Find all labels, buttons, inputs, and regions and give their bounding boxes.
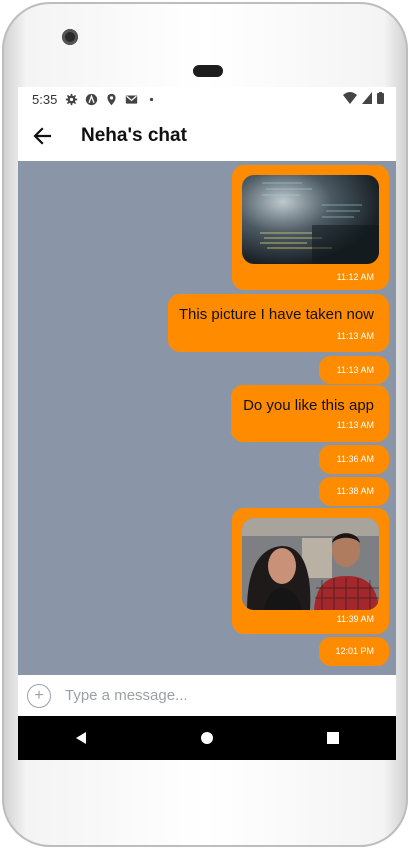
message-input-bar: + xyxy=(18,675,396,716)
back-button[interactable] xyxy=(18,112,66,160)
code-screen-photo[interactable] xyxy=(242,175,379,264)
gmail-icon xyxy=(126,94,138,104)
message-time: 11:12 AM xyxy=(336,272,374,282)
couple-selfie-photo[interactable] xyxy=(242,518,379,610)
front-camera xyxy=(62,29,78,45)
screen: 5:35 Neha's chat 11:12 AM This picture I… xyxy=(18,87,396,760)
message-bubble-empty[interactable]: 11:38 AM xyxy=(319,477,389,506)
battery-icon xyxy=(377,92,384,104)
system-navigation-bar xyxy=(18,716,396,760)
location-icon xyxy=(107,93,116,105)
message-bubble-empty[interactable]: 12:01 PM xyxy=(319,637,389,666)
gear-icon xyxy=(66,93,78,105)
signal-icon xyxy=(362,92,372,104)
status-bar: 5:35 xyxy=(18,87,396,111)
arrow-back-icon xyxy=(33,127,52,145)
message-list[interactable]: 11:12 AM This picture I have taken now 1… xyxy=(18,161,396,675)
message-bubble-empty[interactable]: 11:36 AM xyxy=(319,445,389,474)
message-text: This picture I have taken now xyxy=(178,306,374,323)
message-bubble-image[interactable]: 11:12 AM xyxy=(232,165,389,290)
message-time: 11:39 AM xyxy=(336,614,374,624)
plus-icon: + xyxy=(34,686,44,704)
message-time: 12:01 PM xyxy=(335,646,374,656)
message-bubble-image[interactable]: 11:39 AM xyxy=(232,508,389,634)
message-bubble-text[interactable]: Do you like this app 11:13 AM xyxy=(231,385,389,442)
message-time: 11:13 AM xyxy=(336,365,374,375)
app-bar: Neha's chat xyxy=(18,111,396,161)
dot-icon xyxy=(150,97,154,101)
nav-recents-button[interactable] xyxy=(303,716,363,760)
message-time: 11:13 AM xyxy=(336,420,374,430)
status-time: 5:35 xyxy=(32,91,58,107)
square-recents-icon xyxy=(327,732,339,744)
add-attachment-button[interactable]: + xyxy=(27,683,51,708)
app-icon xyxy=(86,93,98,105)
message-input[interactable] xyxy=(63,686,367,705)
phone-frame: 5:35 Neha's chat 11:12 AM This picture I… xyxy=(2,2,408,847)
triangle-back-icon xyxy=(76,732,86,744)
nav-back-button[interactable] xyxy=(51,716,111,760)
message-time: 11:13 AM xyxy=(336,331,374,341)
message-bubble-text[interactable]: This picture I have taken now 11:13 AM xyxy=(168,294,389,352)
chat-title: Neha's chat xyxy=(81,125,187,146)
message-time: 11:38 AM xyxy=(336,486,374,496)
message-text: Do you like this app xyxy=(243,397,374,414)
nav-home-button[interactable] xyxy=(177,716,237,760)
wifi-icon xyxy=(343,92,357,104)
earpiece-speaker xyxy=(193,65,223,77)
message-bubble-empty[interactable]: 11:13 AM xyxy=(319,356,389,384)
circle-home-icon xyxy=(201,732,213,744)
message-time: 11:36 AM xyxy=(336,454,374,464)
